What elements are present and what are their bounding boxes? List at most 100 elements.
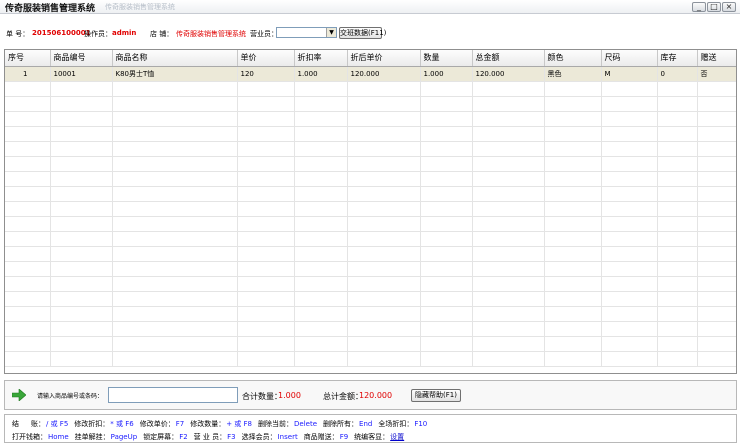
table-cell	[544, 126, 602, 142]
shortcut-text: Home	[48, 433, 69, 441]
column-header[interactable]: 折扣率	[294, 50, 348, 67]
table-cell	[420, 276, 473, 292]
table-row[interactable]	[5, 306, 736, 322]
minimize-button[interactable]: _	[692, 2, 706, 12]
table-cell	[5, 126, 51, 142]
table-cell	[347, 156, 421, 172]
column-header[interactable]: 商品名称	[112, 50, 238, 67]
table-cell	[112, 171, 238, 187]
table-row[interactable]	[5, 201, 736, 217]
table-row[interactable]: 1 10001 K80男士T恤 120 1.000 120.000 1.000 120.000…	[5, 66, 736, 82]
order-no: 201506100001	[32, 29, 91, 37]
shortcut-text: 选择会员：	[241, 433, 277, 441]
total-amount: 120.000	[359, 391, 393, 400]
table-cell	[544, 276, 602, 292]
table-cell: K80男士T恤	[112, 66, 238, 82]
column-header[interactable]: 单价	[237, 50, 295, 67]
order-no-label: 单 号：	[6, 30, 30, 38]
shortcut-text: F2	[179, 433, 188, 441]
hide-help-button[interactable]: 隐藏帮助(F1)	[411, 389, 461, 402]
table-cell	[50, 156, 113, 172]
total-qty-label: 合计数量：	[242, 392, 282, 401]
table-cell	[237, 186, 295, 202]
table-cell	[294, 246, 348, 262]
table-row[interactable]	[5, 186, 736, 202]
table-row[interactable]	[5, 96, 736, 112]
table-cell	[697, 216, 736, 232]
table-cell	[544, 201, 602, 217]
column-header[interactable]: 库存	[657, 50, 698, 67]
table-cell	[601, 111, 658, 127]
column-header[interactable]: 数量	[420, 50, 473, 67]
maximize-button[interactable]: □	[707, 2, 721, 12]
table-cell	[5, 231, 51, 247]
table-row[interactable]	[5, 336, 736, 352]
table-row[interactable]	[5, 246, 736, 262]
salesperson-select[interactable]: ▼	[276, 27, 337, 38]
table-cell	[472, 156, 545, 172]
table-row[interactable]	[5, 216, 736, 232]
chevron-down-icon[interactable]: ▼	[326, 28, 336, 37]
column-header[interactable]: 颜色	[544, 50, 602, 67]
table-cell	[112, 156, 238, 172]
table-cell	[5, 246, 51, 262]
table-row[interactable]	[5, 351, 736, 367]
table-cell	[472, 186, 545, 202]
column-header[interactable]: 总金额	[472, 50, 545, 67]
table-row[interactable]	[5, 276, 736, 292]
table-cell	[420, 186, 473, 202]
table-row[interactable]	[5, 81, 736, 97]
table-cell	[294, 336, 348, 352]
table-cell	[697, 141, 736, 157]
table-cell	[5, 96, 51, 112]
table-row[interactable]	[5, 141, 736, 157]
table-row[interactable]	[5, 156, 736, 172]
table-cell	[657, 306, 698, 322]
table-cell	[237, 246, 295, 262]
table-cell	[657, 276, 698, 292]
table-cell	[5, 186, 51, 202]
product-entry-bar: 请输入商品编号或条码： 合计数量： 1.000 总计金额： 120.000 隐藏…	[4, 380, 737, 410]
product-code-input[interactable]	[108, 387, 238, 403]
table-row[interactable]	[5, 126, 736, 142]
window-title: 传奇服装销售管理系统	[5, 4, 96, 14]
table-row[interactable]	[5, 231, 736, 247]
shortcut-text: 锁定屏幕：	[143, 433, 179, 441]
table-cell	[294, 96, 348, 112]
column-header[interactable]: 赠送	[697, 50, 736, 67]
table-cell	[50, 261, 113, 277]
table-cell	[544, 141, 602, 157]
close-button[interactable]: ×	[722, 2, 736, 12]
table-cell	[420, 336, 473, 352]
product-code-label: 请输入商品编号或条码：	[37, 393, 104, 400]
table-cell	[420, 291, 473, 307]
table-row[interactable]	[5, 111, 736, 127]
table-cell	[237, 336, 295, 352]
column-header[interactable]: 折后单价	[347, 50, 421, 67]
table-row[interactable]	[5, 291, 736, 307]
table-cell	[5, 336, 51, 352]
exchange-data-button[interactable]: 交班数据(F11)	[339, 27, 386, 39]
table-cell	[237, 321, 295, 337]
table-row[interactable]	[5, 261, 736, 277]
store-label: 店 铺：	[150, 30, 174, 38]
table-cell	[544, 81, 602, 97]
column-header[interactable]: 商品编号	[50, 50, 113, 67]
table-cell	[601, 261, 658, 277]
table-cell	[237, 216, 295, 232]
shortcut-text: 营 业 员：	[193, 433, 227, 441]
table-row[interactable]	[5, 171, 736, 187]
table-cell	[601, 171, 658, 187]
table-row[interactable]	[5, 321, 736, 337]
shortcut-text: 统编客显：	[354, 433, 390, 441]
column-header[interactable]: 序号	[5, 50, 51, 67]
table-cell	[112, 111, 238, 127]
sales-grid[interactable]: 序号 商品编号 商品名称 单价 折扣率 折后单价 数量 总金额 颜色 尺码 库存 赠送 1 10001 K…	[4, 49, 737, 374]
shortcut-text: F10	[414, 420, 428, 428]
column-header[interactable]: 尺码	[601, 50, 658, 67]
table-cell	[112, 306, 238, 322]
settings-link[interactable]: 设置	[390, 433, 404, 441]
table-cell	[294, 351, 348, 367]
table-cell	[472, 111, 545, 127]
table-cell	[657, 186, 698, 202]
